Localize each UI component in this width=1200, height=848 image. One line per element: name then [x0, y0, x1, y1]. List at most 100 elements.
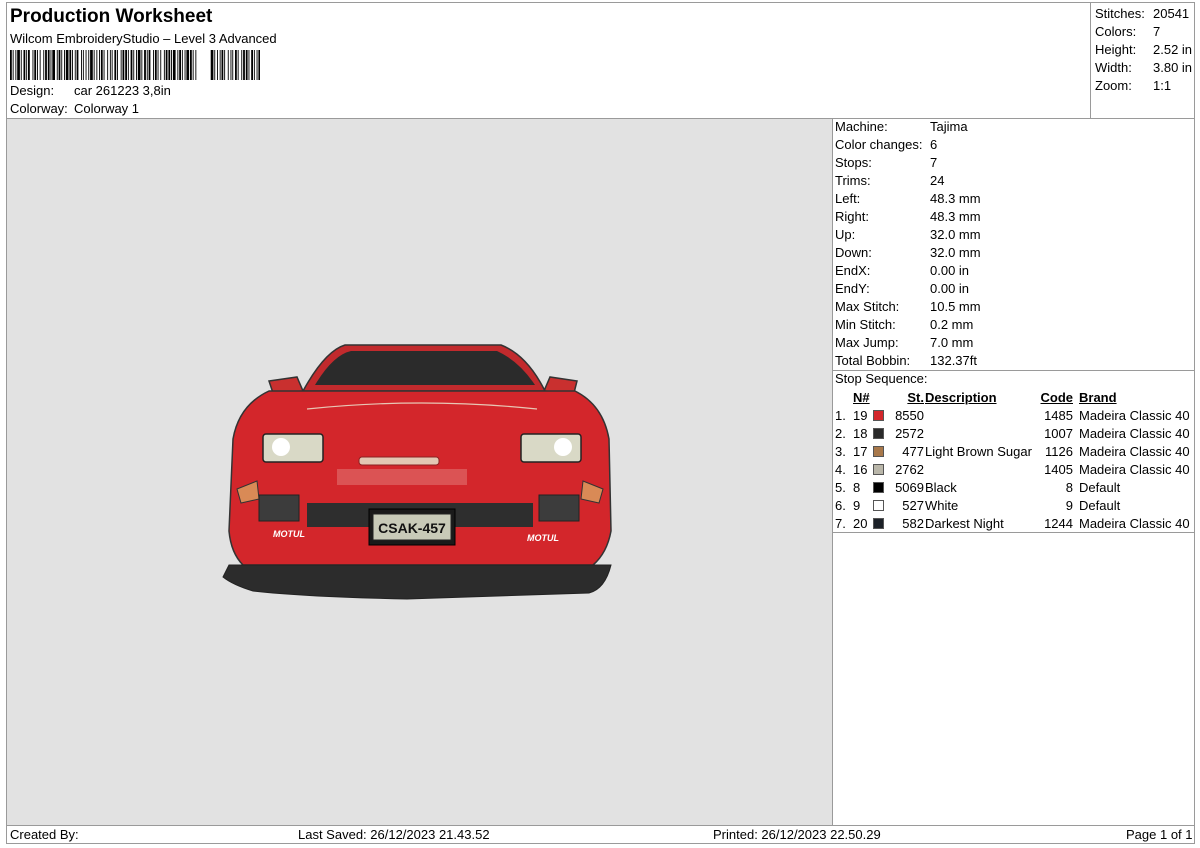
- barcode-bar: [172, 50, 176, 80]
- info-label: EndX:: [835, 263, 871, 278]
- stop-brand: Default: [1079, 480, 1121, 495]
- barcode-bar: [141, 50, 143, 80]
- barcode-bar: [61, 50, 63, 80]
- barcode-bar: [82, 50, 84, 80]
- info-row: Trims: 24: [835, 172, 981, 190]
- stop-stitches: 8550: [895, 408, 924, 423]
- design-preview[interactable]: CSAK-457 MOTUL MOTUL: [7, 119, 832, 825]
- stop-stitches: 582: [902, 516, 924, 531]
- license-plate-text: CSAK-457: [378, 520, 446, 536]
- thread-color-swatch: [873, 482, 884, 493]
- barcode-bar: [224, 50, 226, 80]
- barcode-bar: [74, 50, 76, 80]
- stat-label: Colors:: [1095, 24, 1137, 39]
- stop-index: 5.: [835, 480, 846, 495]
- barcode-bar: [232, 50, 234, 80]
- barcode-bar: [165, 50, 168, 80]
- barcode-bar: [171, 50, 172, 80]
- stat-value: 20541: [1153, 6, 1190, 21]
- stop-code: 9: [1065, 498, 1073, 513]
- info-value: 0.2 mm: [930, 317, 974, 332]
- barcode-image: [10, 50, 260, 80]
- footer-divider: [6, 825, 1195, 826]
- right-fog-light: [538, 494, 580, 522]
- barcode-bar: [210, 50, 214, 80]
- stop-stitches: 2572: [895, 426, 924, 441]
- barcode-bar: [111, 50, 113, 80]
- barcode-bar: [45, 50, 47, 80]
- barcode-bar: [245, 50, 248, 80]
- stop-index: 6.: [835, 498, 846, 513]
- barcode-bar: [160, 50, 162, 80]
- stop-brand: Madeira Classic 40: [1079, 408, 1190, 423]
- thread-color-swatch: [873, 464, 884, 475]
- colorway-name: Colorway 1: [74, 101, 140, 116]
- left-headlight: [262, 433, 324, 463]
- stop-index: 7.: [835, 516, 846, 531]
- barcode-bar: [230, 50, 232, 80]
- motul-badge-right: MOTUL: [527, 533, 559, 543]
- stat-colors: Colors: 7: [1095, 23, 1192, 41]
- stop-stitches: 2762: [895, 462, 924, 477]
- barcode-bar: [127, 50, 129, 80]
- hood-stripe: [337, 469, 467, 485]
- barcode-bar: [96, 50, 98, 80]
- left-fog-light: [258, 494, 300, 522]
- barcode-bar: [43, 50, 45, 80]
- info-row: EndY: 0.00 in: [835, 280, 981, 298]
- barcode-bar: [148, 50, 151, 80]
- barcode-bar: [120, 50, 122, 80]
- stop-code: 1007: [1044, 426, 1073, 441]
- info-label: Down:: [835, 245, 872, 260]
- barcode-bar: [26, 50, 28, 80]
- stop-index: 4.: [835, 462, 846, 477]
- stat-label: Width:: [1095, 60, 1132, 75]
- barcode-bar: [163, 50, 165, 80]
- info-row: Up: 32.0 mm: [835, 226, 981, 244]
- barcode-bar: [88, 50, 90, 80]
- info-label: Right:: [835, 209, 869, 224]
- barcode-bar: [153, 50, 154, 80]
- barcode-bar: [144, 50, 146, 80]
- barcode-bar: [72, 50, 73, 80]
- stop-brand: Madeira Classic 40: [1079, 516, 1190, 531]
- barcode-bar: [122, 50, 125, 80]
- windshield: [315, 351, 535, 385]
- column-header-brand: Brand: [1079, 390, 1117, 405]
- stop-index: 1.: [835, 408, 846, 423]
- barcode-bar: [64, 50, 65, 80]
- barcode-bar: [93, 50, 95, 80]
- hood-emblem: [358, 456, 440, 466]
- info-label: Trims:: [835, 173, 871, 188]
- barcode-bar: [195, 50, 197, 80]
- design-label: Design:: [10, 83, 55, 98]
- barcode-bar: [23, 50, 26, 80]
- barcode-bar: [217, 50, 218, 80]
- barcode-bar: [99, 50, 100, 80]
- barcode-bar: [100, 50, 103, 80]
- stop-stitches: 5069: [895, 480, 924, 495]
- stop-description: Black: [925, 480, 957, 495]
- barcode-bar: [34, 50, 37, 80]
- stop-row: 4. 16 2762 1405 Madeira Classic 40: [835, 461, 1195, 479]
- info-row: Stops: 7: [835, 154, 981, 172]
- stop-brand: Madeira Classic 40: [1079, 462, 1190, 477]
- info-label: Total Bobbin:: [835, 353, 911, 368]
- info-label: Max Jump:: [835, 335, 899, 350]
- stop-brand: Madeira Classic 40: [1079, 426, 1190, 441]
- stop-row: 6. 9 527 White 9 Default: [835, 497, 1195, 515]
- column-header-code: Code: [1040, 390, 1074, 405]
- stop-index: 3.: [835, 444, 846, 459]
- colorway-row: Colorway: Colorway 1: [10, 101, 139, 116]
- info-value: 48.3 mm: [930, 209, 981, 224]
- info-row: Color changes: 6: [835, 136, 981, 154]
- barcode-bar: [114, 50, 117, 80]
- info-row: EndX: 0.00 in: [835, 262, 981, 280]
- stop-needle: 20: [853, 516, 868, 531]
- barcode-bar: [137, 50, 141, 80]
- barcode-bar: [17, 50, 20, 80]
- barcode-bar: [258, 50, 260, 80]
- stop-needle: 18: [853, 426, 868, 441]
- footer-printed: Printed: 26/12/2023 22.50.29: [713, 827, 881, 842]
- stat-stitches: Stitches: 20541: [1095, 5, 1192, 23]
